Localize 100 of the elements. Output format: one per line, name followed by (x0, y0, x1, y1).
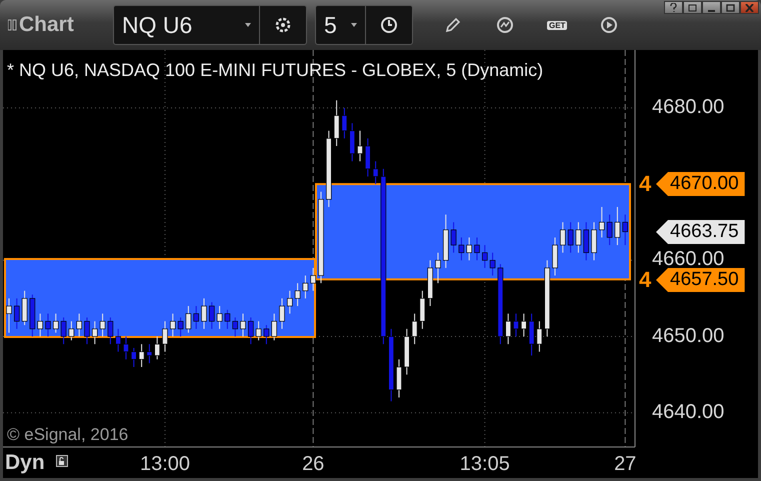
candlestick (6, 298, 12, 334)
candlestick (420, 290, 426, 330)
candlestick (201, 298, 207, 330)
window-icon[interactable] (688, 4, 698, 12)
candlestick (22, 290, 28, 326)
candlestick (342, 107, 348, 139)
candlestick (466, 236, 472, 261)
candlestick (232, 316, 238, 338)
get-button[interactable]: GET (547, 20, 568, 30)
candlestick (224, 309, 230, 330)
candlestick (412, 313, 418, 345)
candlestick (84, 316, 90, 345)
time-axis-label: 26 (302, 453, 324, 476)
dock-button[interactable] (683, 1, 702, 14)
candlestick (622, 214, 628, 246)
candlestick (115, 328, 121, 352)
candlestick (450, 222, 456, 254)
candlestick (37, 313, 43, 338)
candlestick (264, 324, 270, 345)
candlestick (60, 316, 66, 345)
help-button[interactable] (664, 1, 683, 14)
candlestick (302, 275, 308, 299)
candlestick (490, 252, 496, 276)
minimize-button[interactable] (702, 1, 721, 14)
symbol-combo[interactable]: NQ U6 (113, 5, 307, 45)
candlestick (209, 302, 215, 330)
candlestick (186, 306, 192, 334)
maximize-icon[interactable] (726, 4, 735, 12)
close-button[interactable] (740, 1, 759, 14)
candlestick (521, 313, 527, 338)
window-title: Chart (19, 13, 74, 37)
candlestick (146, 344, 152, 364)
candlestick (256, 320, 262, 341)
candlestick (45, 313, 51, 338)
candlestick (560, 222, 566, 254)
candlestick (583, 222, 589, 261)
candlestick (614, 206, 620, 246)
clock-icon[interactable] (380, 16, 398, 34)
candlestick (68, 320, 74, 341)
study-button[interactable] (495, 14, 515, 36)
candlestick (53, 313, 59, 334)
play-button[interactable] (599, 14, 620, 36)
candlestick (279, 298, 285, 330)
time-axis-label: 13:00 (140, 453, 190, 476)
gear-icon[interactable] (274, 16, 292, 34)
candlestick (599, 206, 605, 238)
candlestick (606, 214, 612, 246)
candlestick (334, 100, 340, 147)
caret-icon[interactable] (351, 23, 357, 27)
candlestick (178, 316, 184, 338)
candlestick (435, 252, 441, 284)
candlestick (123, 336, 129, 360)
candlestick (248, 316, 254, 345)
copyright-text: © eSignal, 2016 (7, 425, 128, 445)
chart-title: * NQ U6, NASDAQ 100 E-MINI FUTURES - GLOBEX, 5 (Dynamic) (7, 60, 544, 81)
candlestick (536, 320, 542, 352)
interval-dropdown[interactable]: 5 (316, 6, 366, 44)
interval-combo[interactable]: 5 (315, 5, 413, 45)
level-price-tag: 4657.50 (656, 268, 745, 292)
candlestick (474, 236, 480, 261)
candlestick (154, 336, 160, 360)
candlestick (14, 298, 20, 330)
maximize-button[interactable] (721, 1, 740, 14)
close-icon[interactable] (745, 4, 754, 12)
candlestick (372, 160, 378, 185)
candlestick (271, 313, 277, 341)
candlestick (458, 236, 464, 261)
candlestick (528, 313, 534, 356)
scale-mode-label[interactable]: Dyn (5, 451, 45, 475)
time-axis-label: 13:05 (460, 453, 510, 476)
candlestick (131, 347, 137, 368)
level-count: 4 (639, 171, 652, 197)
candlestick (310, 267, 316, 292)
candlestick (100, 313, 106, 338)
candlestick (216, 306, 222, 330)
question-mark-icon[interactable] (670, 3, 677, 12)
candlestick (170, 313, 176, 338)
candlestick (482, 244, 488, 268)
symbol-dropdown[interactable]: NQ U6 (114, 6, 260, 44)
candlestick (513, 313, 519, 338)
last-price-tag: 4663.75 (656, 220, 745, 244)
lock-icon[interactable] (56, 455, 68, 467)
candlestick (505, 313, 511, 345)
candlestick (396, 358, 402, 398)
candlestick (108, 316, 114, 345)
candlestick (365, 138, 371, 177)
level-price-tag: 4670.00 (656, 172, 745, 196)
candlestick (552, 236, 558, 276)
caret-icon[interactable] (245, 23, 251, 27)
drag-grip-icon[interactable] (8, 19, 17, 31)
candlestick (162, 320, 168, 352)
candlestick (568, 222, 574, 254)
candlestick (349, 122, 355, 162)
level-count: 4 (639, 267, 652, 293)
candlestick (294, 282, 300, 307)
candlestick (576, 222, 582, 254)
candlestick (92, 320, 98, 345)
price-axis-label: 4640.00 (652, 400, 724, 424)
candlestick (591, 222, 597, 261)
candlestick (193, 306, 199, 330)
